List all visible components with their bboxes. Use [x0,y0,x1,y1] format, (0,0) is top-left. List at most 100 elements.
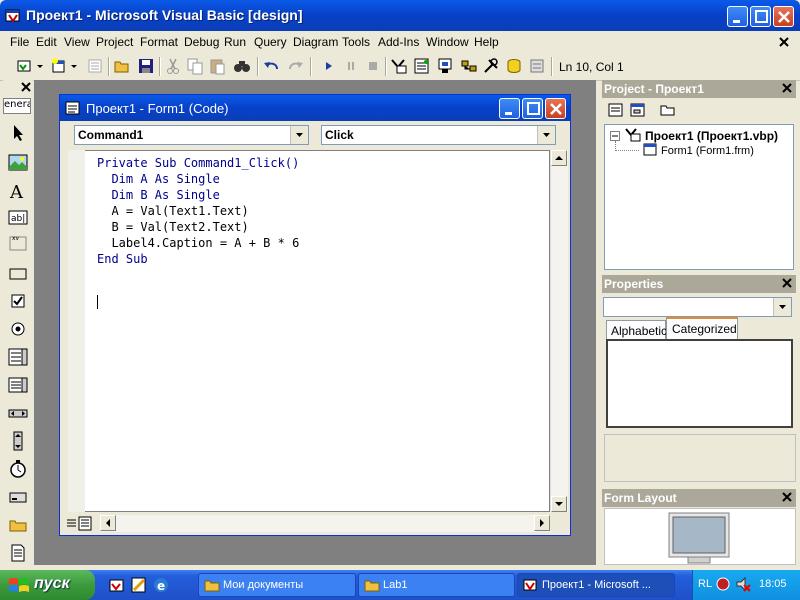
add-project-icon[interactable] [16,57,34,75]
code-editor[interactable]: Private Sub Command1_Click() Dim A As Si… [85,150,550,512]
properties-grid[interactable] [606,339,793,428]
menu-view[interactable]: View [64,35,90,49]
properties-object-combo[interactable] [603,297,792,317]
code-close-button[interactable] [545,98,566,119]
menu-add-ins[interactable]: Add-Ins [378,35,419,49]
start-icon[interactable] [320,57,338,75]
checkbox-tool-icon[interactable] [7,290,29,312]
project-explorer-icon[interactable] [390,57,408,75]
frame-tool-icon[interactable]: xv [7,232,29,254]
procedure-combo[interactable]: Click [321,125,556,145]
menu-help[interactable]: Help [474,35,499,49]
redo-icon[interactable] [286,57,304,75]
project-tree-root[interactable]: Проект1 (Проект1.vbp) [645,129,778,143]
object-combo[interactable]: Command1 [74,125,309,145]
menu-window[interactable]: Window [426,35,469,49]
collapse-icon[interactable] [610,131,620,141]
label-tool-icon[interactable]: A [7,180,29,202]
visual-component-manager-icon[interactable] [528,57,546,75]
toolbox-general-tab[interactable]: enera [3,98,31,114]
taskbar-button-my-documents[interactable]: Мои документы [198,573,356,597]
optionbutton-tool-icon[interactable] [7,318,29,340]
properties-combo-dropdown[interactable] [773,298,791,316]
scroll-right-button[interactable] [534,515,550,531]
code-maximize-button[interactable] [522,98,543,119]
stop-icon[interactable] [364,57,382,75]
timer-tool-icon[interactable] [7,458,29,480]
close-icon[interactable] [781,82,793,94]
menu-edit[interactable]: Edit [36,35,57,49]
project-tree[interactable]: Проект1 (Проект1.vbp) Form1 (Form1.frm) [604,124,794,270]
internet-explorer-icon[interactable]: e [152,576,170,594]
procedure-combo-dropdown[interactable] [537,126,555,144]
save-project-icon[interactable] [137,57,155,75]
dropdown-arrow-icon[interactable] [70,57,78,75]
volume-muted-icon[interactable] [735,576,751,592]
menu-diagram[interactable]: Diagram [293,35,338,49]
pointer-tool-icon[interactable] [7,122,29,144]
menu-editor-icon[interactable] [86,57,104,75]
close-button[interactable] [773,6,794,27]
close-icon[interactable] [781,491,793,503]
minimize-button[interactable] [727,6,748,27]
pause-icon[interactable] [342,57,360,75]
add-form-icon[interactable] [50,57,68,75]
mdi-close-icon[interactable] [778,36,790,48]
form-layout-area[interactable] [604,508,796,565]
hscrollbar-tool-icon[interactable] [7,402,29,424]
menu-query[interactable]: Query [254,35,287,49]
menu-debug[interactable]: Debug [184,35,219,49]
dropdown-arrow-icon[interactable] [36,57,44,75]
maximize-button[interactable] [750,6,771,27]
margin-indicator-bar[interactable] [68,150,86,512]
cut-icon[interactable] [164,57,182,75]
view-code-icon[interactable] [608,102,624,118]
menu-format[interactable]: Format [140,35,178,49]
properties-window-icon[interactable] [413,57,431,75]
menu-file[interactable]: File [10,35,29,49]
copy-icon[interactable] [186,57,204,75]
full-module-view-icon[interactable] [78,516,92,531]
scroll-left-button[interactable] [100,515,116,531]
object-combo-dropdown[interactable] [290,126,308,144]
horizontal-scrollbar[interactable] [100,515,550,532]
start-button[interactable]: пуск [0,570,95,600]
view-object-icon[interactable] [630,102,646,118]
picturebox-tool-icon[interactable] [7,152,29,174]
edit-quicklaunch-icon[interactable] [130,576,148,594]
textbox-tool-icon[interactable]: ab| [7,206,29,228]
find-icon[interactable] [233,57,251,75]
project-tree-form1[interactable]: Form1 (Form1.frm) [661,145,754,157]
commandbutton-tool-icon[interactable] [7,262,29,284]
menu-project[interactable]: Project [96,35,133,49]
form-layout-icon[interactable] [436,57,454,75]
drivelistbox-tool-icon[interactable] [7,486,29,508]
menu-tools[interactable]: Tools [342,35,370,49]
scroll-up-button[interactable] [551,150,567,166]
scroll-down-button[interactable] [551,496,567,512]
close-icon[interactable] [781,277,793,289]
language-indicator[interactable]: RL [698,578,712,590]
object-browser-icon[interactable] [460,57,478,75]
filelistbox-tool-icon[interactable] [7,542,29,564]
tray-app-icon[interactable] [715,576,731,592]
tab-categorized[interactable]: Categorized [666,317,738,339]
paste-icon[interactable] [208,57,226,75]
dirlistbox-tool-icon[interactable] [7,514,29,536]
vertical-scrollbar[interactable] [550,150,568,512]
vscrollbar-tool-icon[interactable] [7,430,29,452]
procedure-view-icon[interactable] [66,517,77,530]
listbox-tool-icon[interactable] [7,374,29,396]
combobox-tool-icon[interactable] [7,346,29,368]
undo-icon[interactable] [263,57,281,75]
vb-quicklaunch-icon[interactable] [108,576,126,594]
toolbox-icon[interactable] [482,57,500,75]
taskbar-button-vb-project[interactable]: Проект1 - Microsoft ... [517,573,675,597]
tab-alphabetic[interactable]: Alphabetic [606,320,667,339]
code-minimize-button[interactable] [499,98,520,119]
menu-run[interactable]: Run [224,35,246,49]
data-view-icon[interactable] [505,57,523,75]
toolbox-close-icon[interactable] [20,81,32,93]
open-project-icon[interactable] [113,57,131,75]
toggle-folders-icon[interactable] [660,102,676,118]
